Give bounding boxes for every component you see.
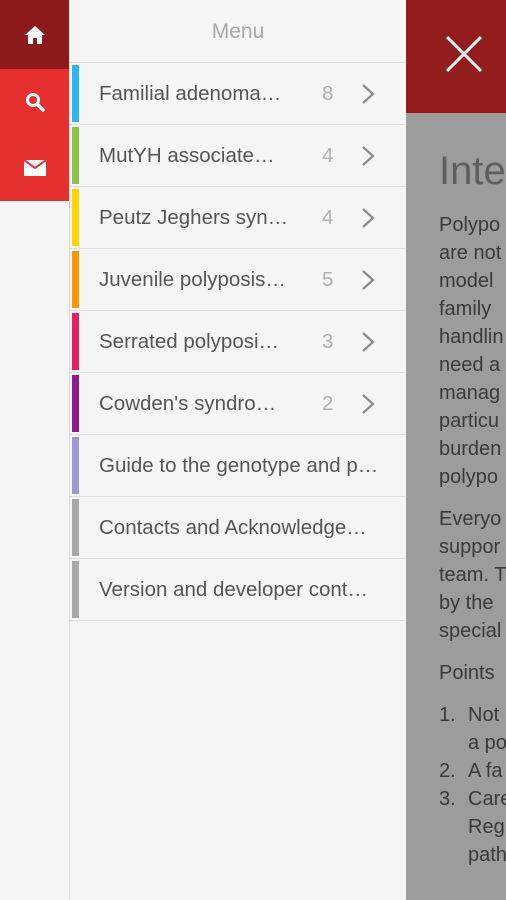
menu-item-label: Contacts and Acknowledge… bbox=[99, 515, 367, 539]
chevron-right-icon bbox=[361, 145, 375, 172]
menu-item-label: Version and developer cont… bbox=[99, 577, 368, 601]
menu-item-label: Familial adenoma… bbox=[99, 81, 282, 105]
points-title: Points bbox=[439, 662, 495, 684]
points-list-text: path bbox=[468, 844, 506, 866]
menu-item[interactable]: Juvenile polyposis… 5 bbox=[70, 249, 406, 311]
chevron-right-icon bbox=[361, 207, 375, 234]
points-list-item: path bbox=[439, 841, 506, 869]
menu-item[interactable]: Contacts and Acknowledge… bbox=[70, 497, 406, 559]
points-list-text: Not bbox=[468, 704, 500, 726]
paragraph-line: are not bbox=[439, 242, 502, 264]
chevron-right-icon bbox=[361, 269, 375, 296]
menu-item-color-stripe bbox=[72, 437, 79, 494]
menu-item-label: Peutz Jeghers syn… bbox=[99, 205, 289, 229]
paragraph-line: special bbox=[439, 620, 502, 642]
menu-item-label: MutYH associate… bbox=[99, 143, 275, 167]
search-button[interactable] bbox=[0, 69, 69, 135]
menu-item-label: Guide to the genotype and p… bbox=[99, 453, 379, 477]
points-list-item: 1. Not bbox=[439, 701, 506, 729]
menu-item-label: Serrated polyposi… bbox=[99, 329, 280, 353]
points-list-number: 3. bbox=[439, 788, 456, 810]
paragraph-line: burden bbox=[439, 438, 502, 460]
menu-item-count: 2 bbox=[322, 391, 334, 415]
paragraph-line: handlin bbox=[439, 326, 504, 348]
mail-icon bbox=[23, 160, 46, 176]
menu-list: Familial adenoma… 8 MutYH associate… 4 Peutz… bbox=[70, 63, 406, 621]
paragraph-line: model bbox=[439, 270, 494, 292]
menu-item-color-stripe bbox=[72, 65, 79, 122]
menu-item-color-stripe bbox=[72, 375, 79, 432]
points-list-number bbox=[439, 813, 468, 841]
paragraph-line: Everyo bbox=[439, 508, 502, 530]
mail-button[interactable] bbox=[0, 135, 69, 201]
menu-item-color-stripe bbox=[72, 313, 79, 370]
points-list-text: A fa bbox=[468, 760, 503, 782]
points-list-number: 1. bbox=[439, 704, 456, 726]
home-icon bbox=[24, 25, 46, 45]
paragraph-line: team. T bbox=[439, 564, 506, 586]
points-list-text: Care bbox=[468, 788, 506, 810]
points-list-number bbox=[439, 729, 468, 757]
menu-item-count: 5 bbox=[322, 267, 334, 291]
menu-item[interactable]: Familial adenoma… 8 bbox=[70, 63, 406, 125]
intro-paragraph: Polypo are not model family handlin need a man… bbox=[439, 211, 506, 491]
menu-item-color-stripe bbox=[72, 561, 79, 618]
menu-panel: Menu Familial adenoma… 8 MutYH associate… 4… bbox=[70, 0, 406, 900]
menu-item[interactable]: Cowden's syndro… 2 bbox=[70, 373, 406, 435]
menu-item[interactable]: Version and developer cont… bbox=[70, 559, 406, 621]
menu-item[interactable]: MutYH associate… 4 bbox=[70, 125, 406, 187]
chevron-right-icon bbox=[361, 331, 375, 358]
chevron-right-icon bbox=[361, 393, 375, 420]
menu-item-count: 4 bbox=[322, 143, 334, 167]
points-list-item: 2. A fa bbox=[439, 757, 506, 785]
menu-item-count: 8 bbox=[322, 81, 334, 105]
points-list-number: 2. bbox=[439, 760, 456, 782]
content-header bbox=[406, 0, 506, 113]
points-list-text: a po bbox=[468, 732, 506, 754]
home-button[interactable] bbox=[0, 0, 69, 69]
menu-item-color-stripe bbox=[72, 189, 79, 246]
menu-item-color-stripe bbox=[72, 499, 79, 556]
points-list: 1. Not a po 2. A fa 3. Care Reg path bbox=[439, 701, 506, 869]
content-body: Inte Polypo are not model family handlin need… bbox=[439, 113, 506, 869]
menu-item[interactable]: Guide to the genotype and p… bbox=[70, 435, 406, 497]
points-list-item: a po bbox=[439, 729, 506, 757]
points-list-text: Reg bbox=[468, 816, 505, 838]
content-heading: Inte bbox=[439, 149, 506, 193]
menu-item-label: Cowden's syndro… bbox=[99, 391, 277, 415]
paragraph-line: need a bbox=[439, 354, 501, 376]
menu-item[interactable]: Serrated polyposi… 3 bbox=[70, 311, 406, 373]
points-list-item: Reg bbox=[439, 813, 506, 841]
close-icon[interactable] bbox=[444, 34, 484, 79]
chevron-right-icon bbox=[361, 83, 375, 110]
menu-item-count: 4 bbox=[322, 205, 334, 229]
paragraph-line: manag bbox=[439, 382, 501, 404]
paragraph-line: by the bbox=[439, 592, 494, 614]
points-list-item: 3. Care bbox=[439, 785, 506, 813]
support-paragraph: Everyo suppor team. T by the special bbox=[439, 505, 506, 645]
paragraph-line: family bbox=[439, 298, 492, 320]
menu-item-label: Juvenile polyposis… bbox=[99, 267, 286, 291]
menu-title: Menu bbox=[70, 0, 406, 63]
icon-rail bbox=[0, 0, 70, 900]
points-list-number bbox=[439, 841, 468, 869]
paragraph-line: suppor bbox=[439, 536, 501, 558]
content-panel: Inte Polypo are not model family handlin need… bbox=[406, 0, 506, 900]
menu-item-color-stripe bbox=[72, 127, 79, 184]
paragraph-line: particu bbox=[439, 410, 500, 432]
menu-item-count: 3 bbox=[322, 329, 334, 353]
paragraph-line: polypo bbox=[439, 466, 498, 488]
menu-item-color-stripe bbox=[72, 251, 79, 308]
menu-item[interactable]: Peutz Jeghers syn… 4 bbox=[70, 187, 406, 249]
search-icon bbox=[25, 92, 45, 112]
paragraph-line: Polypo bbox=[439, 214, 501, 236]
